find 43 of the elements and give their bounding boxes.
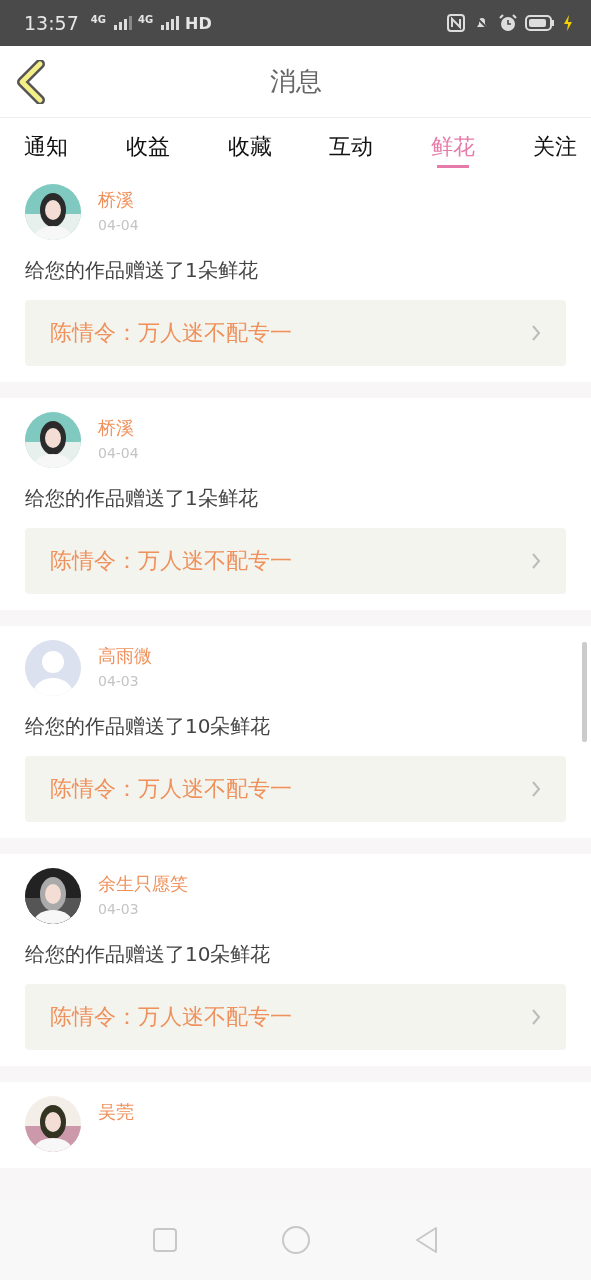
- tab[interactable]: 鲜花: [427, 118, 480, 168]
- signal-icon: [161, 16, 182, 30]
- status-time: 13:57: [24, 12, 79, 34]
- work-link[interactable]: 陈情令：万人迷不配专一: [25, 300, 566, 366]
- chevron-right-icon: [531, 552, 541, 570]
- work-link[interactable]: 陈情令：万人迷不配专一: [25, 756, 566, 822]
- work-link[interactable]: 陈情令：万人迷不配专一: [25, 528, 566, 594]
- recent-apps-button[interactable]: [151, 1227, 178, 1253]
- network-label: 4G: [137, 14, 154, 25]
- message-text: 给您的作品赠送了1朵鲜花: [25, 257, 259, 284]
- user-name[interactable]: 桥溪: [98, 416, 139, 440]
- tab[interactable]: 互动: [325, 118, 378, 168]
- tab[interactable]: 关注: [529, 118, 581, 168]
- message-date: 04-04: [98, 445, 139, 461]
- chevron-right-icon: [531, 324, 541, 342]
- back-button[interactable]: [14, 58, 48, 106]
- charging-icon: [563, 15, 573, 31]
- page-title: 消息: [269, 65, 322, 98]
- network-label: 4G: [90, 14, 106, 25]
- chevron-right-icon: [531, 1008, 541, 1026]
- back-nav-button[interactable]: [413, 1225, 440, 1255]
- home-button[interactable]: [280, 1225, 311, 1255]
- tab[interactable]: 收藏: [223, 118, 276, 168]
- signal-icon: [113, 16, 134, 30]
- tab[interactable]: 收益: [121, 118, 174, 168]
- message-date: 04-04: [98, 217, 139, 233]
- hd-label: HD: [185, 13, 212, 33]
- work-link[interactable]: 陈情令：万人迷不配专一: [25, 984, 566, 1050]
- message-text: 给您的作品赠送了10朵鲜花: [25, 713, 272, 740]
- message-date: 04-03: [98, 901, 140, 917]
- nfc-icon: [447, 14, 465, 32]
- alarm-icon: [499, 14, 517, 32]
- chevron-right-icon: [531, 780, 541, 798]
- avatar-icon: [25, 640, 81, 696]
- user-name[interactable]: 吴莞: [98, 1100, 134, 1124]
- user-name[interactable]: 桥溪: [98, 188, 139, 212]
- message-text: 给您的作品赠送了1朵鲜花: [25, 485, 259, 512]
- message-text: 给您的作品赠送了10朵鲜花: [25, 941, 272, 968]
- message-date: 04-03: [98, 673, 140, 689]
- user-name[interactable]: 余生只愿笑: [98, 872, 188, 896]
- battery-icon: [525, 15, 555, 31]
- user-name[interactable]: 高雨微: [98, 644, 152, 668]
- tab[interactable]: 通知: [20, 118, 72, 168]
